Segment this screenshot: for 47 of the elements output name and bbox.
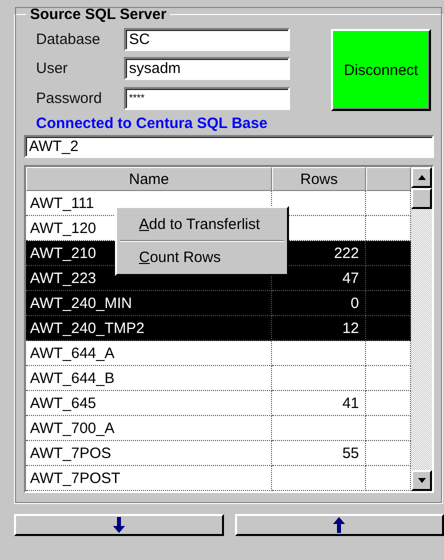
table-cell — [366, 391, 411, 416]
table-cell[interactable]: AWT_644_B — [26, 366, 272, 391]
table-cell — [366, 416, 411, 441]
up-arrow-icon — [333, 517, 346, 533]
table-cell — [366, 366, 411, 391]
table-cell[interactable]: AWT_7POST — [26, 466, 272, 491]
table-cell — [366, 216, 411, 241]
table-cell: 0 — [272, 291, 366, 316]
scroll-thumb[interactable] — [411, 188, 432, 209]
scroll-down-button[interactable] — [411, 470, 432, 491]
move-up-button[interactable] — [234, 514, 444, 536]
group-title: Source SQL Server — [29, 6, 168, 23]
field-label: User — [36, 60, 69, 78]
text-field[interactable]: SC — [124, 28, 290, 52]
table-cell — [366, 316, 411, 341]
column-header[interactable]: Rows — [272, 167, 366, 191]
scrollbar[interactable] — [411, 167, 432, 491]
disconnect-button[interactable]: Disconnect — [331, 29, 431, 111]
table-cell — [366, 191, 411, 216]
column-header[interactable] — [366, 167, 411, 191]
table-cell[interactable]: AWT_645 — [26, 391, 272, 416]
filter-field[interactable]: AWT_2 — [24, 135, 434, 158]
table-cell — [366, 266, 411, 291]
table-cell[interactable]: AWT_644_A — [26, 341, 272, 366]
table-cell — [366, 441, 411, 466]
table-cell — [366, 341, 411, 366]
table-cell[interactable]: AWT_700_A — [26, 416, 272, 441]
text-field[interactable]: sysadm — [124, 57, 290, 80]
table-cell: 12 — [272, 316, 366, 341]
up-triangle-icon — [418, 175, 426, 180]
table-cell[interactable]: AWT_7POS — [26, 441, 272, 466]
table-cell[interactable]: AWT_240_TMP2 — [26, 316, 272, 341]
table-cell: 55 — [272, 441, 366, 466]
table-cell: 41 — [272, 391, 366, 416]
table-cell[interactable]: AWT_240_MIN — [26, 291, 272, 316]
down-triangle-icon — [418, 478, 426, 483]
field-label: Password — [36, 90, 103, 107]
scroll-up-button[interactable] — [411, 167, 432, 188]
table-cell: 47 — [272, 266, 366, 291]
password-field[interactable]: **** — [124, 86, 290, 110]
field-label: Database — [36, 31, 102, 48]
table-cell — [366, 241, 411, 266]
move-down-button[interactable] — [14, 514, 224, 536]
down-arrow-icon — [112, 517, 125, 533]
table-cell — [366, 291, 411, 316]
column-header[interactable]: Name — [26, 167, 272, 191]
connection-status: Connected to Centura SQL Base — [36, 115, 268, 132]
